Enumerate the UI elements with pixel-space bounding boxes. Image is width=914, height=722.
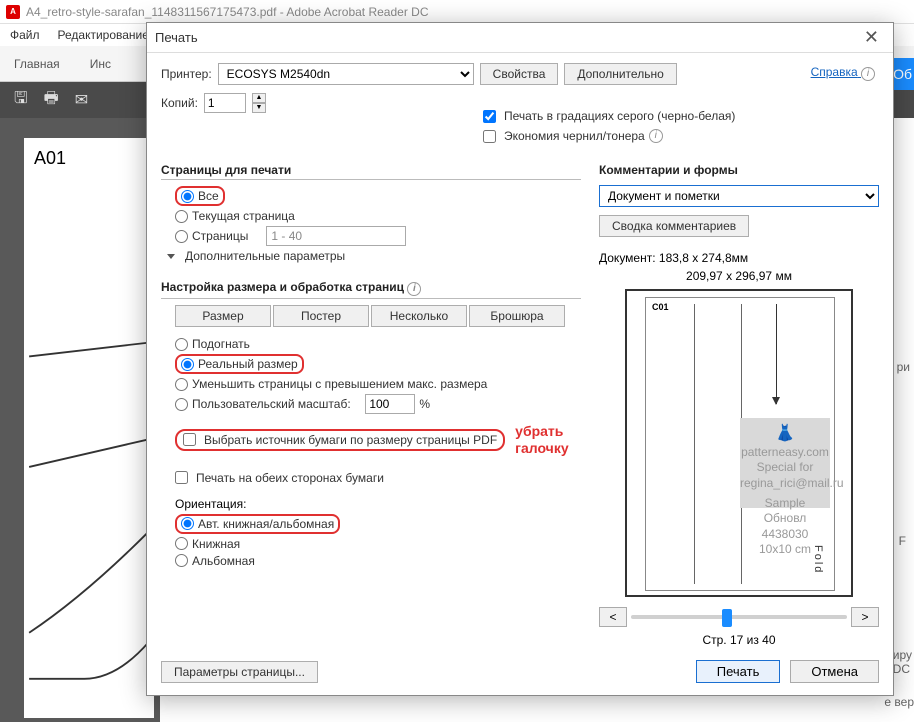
preview-corner: C01 — [652, 302, 669, 312]
copies-label: Копий: — [161, 96, 198, 110]
page-setup-button[interactable]: Параметры страницы... — [161, 661, 318, 683]
pages-section-head: Страницы для печати — [161, 163, 581, 180]
highlight-paper-source: Выбрать источник бумаги по размеру стран… — [175, 429, 505, 451]
cancel-button[interactable]: Отмена — [790, 660, 879, 683]
bg-text: F — [899, 534, 906, 548]
orient-portrait-radio[interactable] — [175, 537, 188, 550]
info-icon: i — [407, 282, 421, 296]
orient-landscape-radio[interactable] — [175, 554, 188, 567]
dialog-title: Печать — [155, 30, 198, 45]
doc-size-label: Документ: 183,8 x 274,8мм — [599, 251, 879, 265]
doc-page: A01 — [24, 138, 154, 718]
bg-text: е вер — [884, 695, 914, 709]
paper-source-checkbox[interactable]: Выбрать источник бумаги по размеру стран… — [183, 433, 497, 447]
info-icon: i — [861, 67, 875, 81]
page-counter: Стр. 17 из 40 — [599, 633, 879, 647]
pages-range-radio[interactable] — [175, 230, 188, 243]
highlight-all: Все — [175, 186, 225, 206]
close-icon[interactable]: ✕ — [858, 27, 885, 48]
pages-range-input[interactable] — [266, 226, 406, 246]
comments-dropdown[interactable]: Документ и пометки — [599, 185, 879, 207]
page-slider[interactable] — [631, 615, 847, 619]
print-button[interactable]: Печать — [696, 660, 781, 683]
fit-radio[interactable] — [175, 338, 188, 351]
pages-current-radio[interactable] — [175, 210, 188, 223]
custom-scale-input[interactable] — [365, 394, 415, 414]
tab-tools-partial[interactable]: Инс — [90, 57, 111, 71]
advanced-button[interactable]: Дополнительно — [564, 63, 676, 85]
doc-corner-label: A01 — [34, 148, 144, 169]
copies-input[interactable] — [204, 93, 246, 113]
menu-file[interactable]: Файл — [10, 28, 40, 42]
dialog-titlebar: Печать ✕ — [147, 23, 893, 53]
tab-poster[interactable]: Постер — [273, 305, 369, 327]
printer-select[interactable]: ECOSYS M2540dn — [218, 63, 474, 85]
info-icon: i — [649, 129, 663, 143]
help-link[interactable]: Справка i — [811, 65, 875, 81]
summary-button[interactable]: Сводка комментариев — [599, 215, 749, 237]
highlight-orientation: Авт. книжная/альбомная — [175, 514, 340, 534]
bg-text: DC — [893, 662, 910, 676]
inksave-checkbox[interactable]: Экономия чернил/тонера i — [483, 129, 735, 143]
annotation-remove-check: убрать галочку — [515, 423, 575, 457]
pattern-lines — [24, 338, 154, 691]
print-preview: C01 👗 patterneasy.com Special for regina… — [625, 289, 853, 597]
tab-booklet[interactable]: Брошюра — [469, 305, 565, 327]
save-icon[interactable]: 🖫 — [14, 87, 28, 114]
pages-all-radio[interactable] — [181, 190, 194, 203]
printer-label: Принтер: — [161, 67, 212, 81]
sizing-section-head: Настройка размера и обработка страниц i — [161, 280, 581, 299]
both-sides-checkbox[interactable]: Печать на обеих сторонах бумаги — [175, 471, 581, 485]
expand-icon[interactable] — [167, 254, 175, 259]
copies-spinner[interactable]: ▲▼ — [252, 93, 266, 113]
highlight-actual: Реальный размер — [175, 354, 304, 374]
comments-head: Комментарии и формы — [599, 163, 879, 179]
orientation-head: Ориентация: — [175, 497, 581, 511]
orient-auto-radio[interactable] — [181, 517, 194, 530]
paper-size-label: 209,97 x 296,97 мм — [599, 269, 879, 283]
tab-multiple[interactable]: Несколько — [371, 305, 467, 327]
menu-edit[interactable]: Редактирование — [58, 28, 149, 42]
fold-label: Fold — [812, 545, 824, 574]
shrink-radio[interactable] — [175, 378, 188, 391]
tab-home[interactable]: Главная — [14, 57, 60, 71]
app-title: A4_retro-style-sarafan_1148311567175473.… — [26, 5, 429, 19]
app-titlebar: A A4_retro-style-sarafan_114831156717547… — [0, 0, 914, 24]
pdf-icon: A — [6, 5, 20, 19]
tab-size[interactable]: Размер — [175, 305, 271, 327]
grayscale-checkbox[interactable]: Печать в градациях серого (черно-белая) — [483, 109, 735, 123]
arrow-icon — [776, 304, 777, 404]
custom-radio[interactable] — [175, 398, 188, 411]
bg-text: ри — [897, 360, 910, 374]
properties-button[interactable]: Свойства — [480, 63, 559, 85]
next-page-button[interactable]: > — [851, 607, 879, 627]
mail-icon[interactable]: ✉ — [75, 90, 88, 110]
bg-text: иру — [893, 648, 912, 662]
document-area: A01 — [0, 118, 160, 722]
print-icon[interactable]: 🖶 — [44, 87, 59, 114]
watermark: 👗 patterneasy.com Special for regina_ric… — [740, 418, 830, 508]
print-dialog: Печать ✕ Справка i Принтер: ECOSYS M2540… — [146, 22, 894, 696]
actual-radio[interactable] — [181, 358, 194, 371]
more-params[interactable]: Дополнительные параметры — [185, 249, 345, 263]
prev-page-button[interactable]: < — [599, 607, 627, 627]
